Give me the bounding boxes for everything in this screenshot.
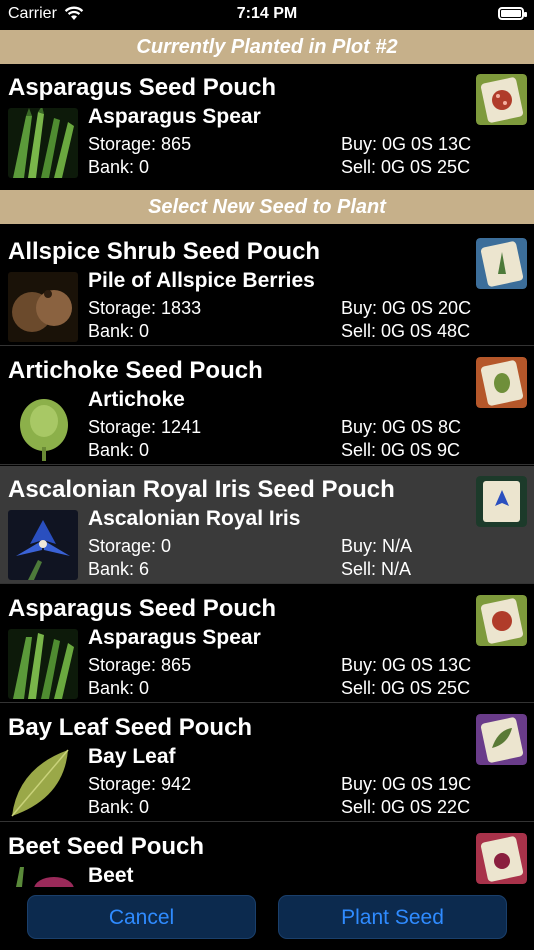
status-bar: Carrier 7:14 PM xyxy=(0,0,534,30)
item-name: Pile of Allspice Berries xyxy=(88,269,315,292)
pouch-name: Artichoke Seed Pouch xyxy=(8,357,263,384)
buy-price: Buy: 0G 0S 13C xyxy=(341,655,472,675)
seed-row-ascalonian-royal-iris[interactable]: Ascalonian Royal Iris Seed Pouch Ascalon… xyxy=(0,466,534,584)
item-name: Asparagus Spear xyxy=(88,626,261,649)
pouch-name: Beet Seed Pouch xyxy=(8,833,205,860)
artichoke-icon xyxy=(8,391,78,461)
seed-row-bay-leaf[interactable]: Bay Leaf Seed Pouch Bay Leaf Storage: 94… xyxy=(0,704,534,822)
current-plot-header: Currently Planted in Plot #2 xyxy=(0,30,534,64)
storage-count: Storage: 0 xyxy=(88,536,172,556)
seed-row-artichoke[interactable]: Artichoke Seed Pouch Artichoke Storage: … xyxy=(0,347,534,465)
sell-price: Sell: 0G 0S 25C xyxy=(341,157,471,177)
item-name: Beet xyxy=(88,864,134,887)
pouch-name: Asparagus Seed Pouch xyxy=(8,74,277,101)
storage-count: Storage: 865 xyxy=(88,134,192,154)
storage-count: Storage: 942 xyxy=(88,774,192,794)
clock: 7:14 PM xyxy=(236,5,298,22)
action-bar: Cancel Plant Seed xyxy=(0,887,534,950)
pouch-name: Bay Leaf Seed Pouch xyxy=(8,714,253,741)
pouch-name: Allspice Shrub Seed Pouch xyxy=(8,238,321,265)
beet-icon xyxy=(8,867,78,887)
buy-price: Buy: N/A xyxy=(341,536,413,556)
sell-price: Sell: 0G 0S 25C xyxy=(341,678,471,698)
seed-pouch-icon xyxy=(476,238,527,289)
buy-price: Buy: 0G 0S 13C xyxy=(341,134,472,154)
seed-pouch-icon xyxy=(476,714,527,765)
buy-price: Buy: 0G 0S 19C xyxy=(341,774,472,794)
asparagus-icon xyxy=(8,108,78,178)
seed-pouch-icon xyxy=(476,74,527,125)
bay-leaf-icon xyxy=(8,748,78,818)
item-name: Ascalonian Royal Iris xyxy=(88,507,301,530)
item-name: Bay Leaf xyxy=(88,745,176,768)
seed-pouch-icon xyxy=(476,357,527,408)
item-name: Artichoke xyxy=(88,388,185,411)
bank-count: Bank: 0 xyxy=(88,321,150,341)
bank-count: Bank: 0 xyxy=(88,797,150,817)
seed-row-allspice[interactable]: Allspice Shrub Seed Pouch Pile of Allspi… xyxy=(0,228,534,346)
bank-count: Bank: 6 xyxy=(88,559,150,579)
seed-row-asparagus[interactable]: Asparagus Seed Pouch Asparagus Spear Sto… xyxy=(0,585,534,703)
buy-price: Buy: 0G 0S 8C xyxy=(341,417,462,437)
seed-row-beet[interactable]: Beet Seed Pouch Beet xyxy=(0,823,534,887)
item-name: Asparagus Spear xyxy=(88,105,261,128)
sell-price: Sell: 0G 0S 22C xyxy=(341,797,471,817)
storage-count: Storage: 1241 xyxy=(88,417,202,437)
sell-price: Sell: 0G 0S 48C xyxy=(341,321,471,341)
seed-pouch-icon xyxy=(476,595,527,646)
pouch-name: Asparagus Seed Pouch xyxy=(8,595,277,622)
battery-icon xyxy=(498,7,527,20)
plant-seed-button[interactable]: Plant Seed xyxy=(278,895,507,939)
allspice-icon xyxy=(8,272,78,342)
buy-price: Buy: 0G 0S 20C xyxy=(341,298,472,318)
sell-price: Sell: N/A xyxy=(341,559,412,579)
asparagus-icon xyxy=(8,629,78,699)
cancel-button[interactable]: Cancel xyxy=(27,895,256,939)
storage-count: Storage: 865 xyxy=(88,655,192,675)
bank-count: Bank: 0 xyxy=(88,440,150,460)
bank-count: Bank: 0 xyxy=(88,678,150,698)
pouch-name: Ascalonian Royal Iris Seed Pouch xyxy=(8,476,395,503)
select-seed-header: Select New Seed to Plant xyxy=(0,190,534,224)
bank-count: Bank: 0 xyxy=(88,157,150,177)
iris-icon xyxy=(8,510,78,580)
seed-pouch-icon xyxy=(476,476,527,527)
storage-count: Storage: 1833 xyxy=(88,298,202,318)
current-seed-row: Asparagus Seed Pouch Asparagus Spear Sto… xyxy=(0,64,534,187)
sell-price: Sell: 0G 0S 9C xyxy=(341,440,461,460)
seed-pouch-icon xyxy=(476,833,527,884)
